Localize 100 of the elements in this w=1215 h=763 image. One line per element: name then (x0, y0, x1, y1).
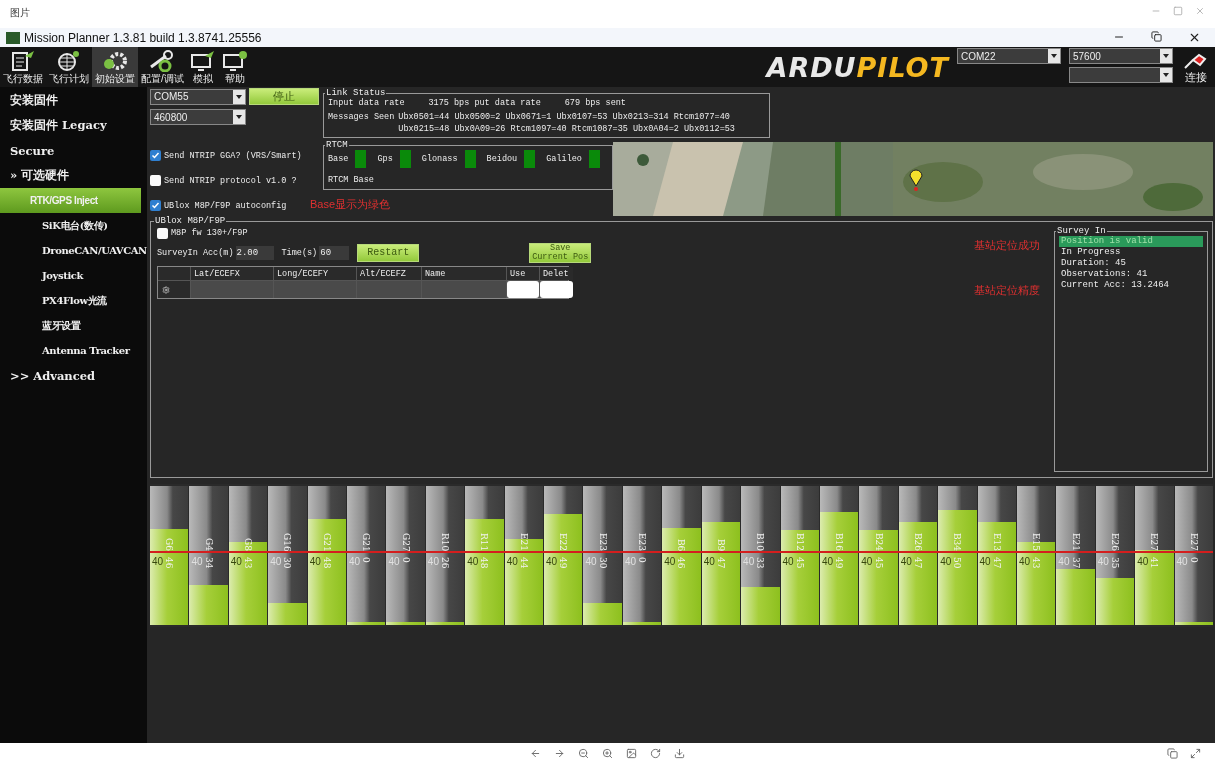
restart-button[interactable]: Restart (357, 244, 420, 262)
stop-button[interactable]: 停止 (249, 88, 319, 105)
checkbox[interactable] (150, 200, 161, 211)
port-select[interactable]: COM22 (957, 48, 1061, 64)
signal-value: 43 (242, 556, 254, 569)
signal-value: 35 (1109, 556, 1121, 569)
sidebar-item[interactable]: Joystick (0, 263, 147, 288)
signal-value: 47 (990, 556, 1003, 569)
toolbar-tab[interactable]: 配置/调试 (138, 47, 187, 87)
baud-select[interactable]: 460800 (150, 109, 246, 125)
indicator-label: Base (328, 154, 349, 164)
panel-title: RTCM (325, 140, 349, 150)
link-select[interactable] (1069, 67, 1173, 83)
signal-value: 26 (439, 556, 452, 569)
signal-value: 49 (833, 556, 846, 569)
satellite-label: E15 (1030, 533, 1043, 552)
toolbar-tab[interactable]: 飞行计划 (46, 47, 92, 87)
gear-icon (101, 50, 129, 72)
indicator-label: Beidou (486, 154, 518, 164)
column-header: Use (507, 267, 539, 280)
signal-value: 43 (1030, 556, 1043, 569)
toolbar-tab[interactable]: 初始设置 (92, 47, 138, 87)
restore-icon[interactable] (1151, 31, 1162, 42)
close-icon[interactable] (1188, 31, 1201, 44)
reference-value: 40 (664, 555, 676, 567)
sidebar-item[interactable]: » 可选硬件 (0, 163, 147, 188)
satellite-label: B10 (754, 533, 767, 552)
reference-value: 40 (979, 555, 991, 567)
globe-icon (56, 50, 82, 72)
toolbar-tab[interactable]: 飞行数据 (0, 47, 46, 87)
help-monitor-icon (221, 50, 248, 72)
checkbox[interactable] (150, 175, 161, 186)
signal-value: 49 (557, 556, 570, 569)
indicator-label: Galileo (546, 154, 582, 164)
satellite-label: R11 (478, 533, 491, 552)
signal-value: 46 (675, 556, 688, 569)
back-icon[interactable] (530, 747, 541, 759)
connect-button[interactable]: 连接 (1177, 47, 1215, 87)
satellite-label: E21 (1069, 533, 1082, 552)
checkbox[interactable] (157, 227, 168, 239)
delete-cell[interactable] (540, 281, 573, 298)
signal-value: 33 (754, 556, 767, 569)
zoom-in-icon[interactable] (602, 747, 613, 759)
image-icon[interactable] (626, 747, 637, 759)
download-icon[interactable] (674, 747, 685, 759)
expand-icon[interactable] (1190, 747, 1201, 759)
checkbox-label: M8P fw 130+/F9P (171, 228, 248, 238)
monitor-icon (189, 50, 216, 72)
signal-value: 45 (793, 556, 806, 569)
port-select[interactable]: COM55 (150, 88, 246, 105)
forward-icon[interactable] (554, 747, 565, 759)
save-position-button[interactable]: Save Current Pos (529, 243, 592, 263)
signal-value: 47 (912, 556, 924, 569)
zoom-out-icon[interactable] (578, 747, 589, 759)
baud-select[interactable]: 57600 (1069, 48, 1173, 64)
sidebar-item[interactable]: 蓝牙设置 (0, 313, 147, 338)
sidebar-item[interactable]: >> Advanced (0, 363, 147, 388)
input-field[interactable]: 60 (319, 246, 350, 260)
sidebar-item[interactable]: SiK电台(数传) (0, 213, 147, 238)
status-line: Current Acc: 13.2464 (1060, 280, 1171, 291)
message-counts: Ubx0501=44 Ubx0500=2 Ubx0671=1 Ubx0107=53 Ubx0213=314 Rtcm1077=40 (398, 112, 731, 122)
reference-value: 40 (743, 555, 755, 567)
toolbar-tab[interactable]: 模拟 (186, 47, 219, 87)
sidebar-item[interactable]: Secure (0, 138, 147, 163)
reference-value: 40 (270, 555, 282, 567)
column-header: Alt/ECEFZ (357, 267, 421, 280)
field-label: SurveyIn Acc(m) (157, 248, 234, 258)
sidebar-item[interactable]: PX4Flow光流 (0, 288, 147, 313)
input-field[interactable]: 2.00 (235, 246, 274, 260)
signal-value: 41 (1148, 556, 1161, 569)
indicator-label: Glonass (421, 154, 458, 164)
use-cell[interactable] (507, 281, 539, 298)
satellite-label: G16 (281, 532, 294, 552)
satellite-label: G6 (163, 538, 176, 552)
reference-value: 40 (585, 555, 597, 567)
signal-value: 30 (596, 556, 609, 569)
satellite-label: G21 (320, 532, 333, 552)
status-line: In Progress (1060, 247, 1122, 258)
sidebar-item[interactable]: Antenna Tracker (0, 338, 147, 363)
satellite-label: E21 (517, 533, 530, 552)
reference-value: 40 (506, 555, 518, 567)
window-title: Mission Planner 1.3.81 build 1.3.8741.25556 (24, 30, 263, 45)
status-line: Duration: 45 (1060, 258, 1127, 269)
satellite-label: B26 (911, 533, 924, 552)
toolbar-tab[interactable]: 帮助 (218, 47, 251, 87)
satellite-label: E13 (990, 533, 1003, 552)
indicator-label: Gps (377, 154, 393, 164)
annotation: 基站定位成功 (974, 238, 1041, 253)
sidebar-item[interactable]: 安装固件 Legacy (0, 113, 147, 138)
sidebar-item[interactable]: 安装固件 (0, 88, 147, 113)
checkbox[interactable] (150, 150, 161, 161)
copy-icon[interactable] (1167, 747, 1178, 759)
checkbox-label: Send NTRIP protocol v1.0 ? (164, 175, 297, 186)
satellite-label: E26 (1108, 533, 1121, 552)
reference-value: 40 (152, 555, 164, 567)
signal-value: 46 (163, 556, 176, 569)
satellite-label: E27 (1148, 533, 1161, 552)
reference-value: 40 (230, 555, 242, 567)
rotate-icon[interactable] (650, 747, 661, 759)
sidebar-item[interactable]: DroneCAN/UAVCAN (0, 238, 147, 263)
